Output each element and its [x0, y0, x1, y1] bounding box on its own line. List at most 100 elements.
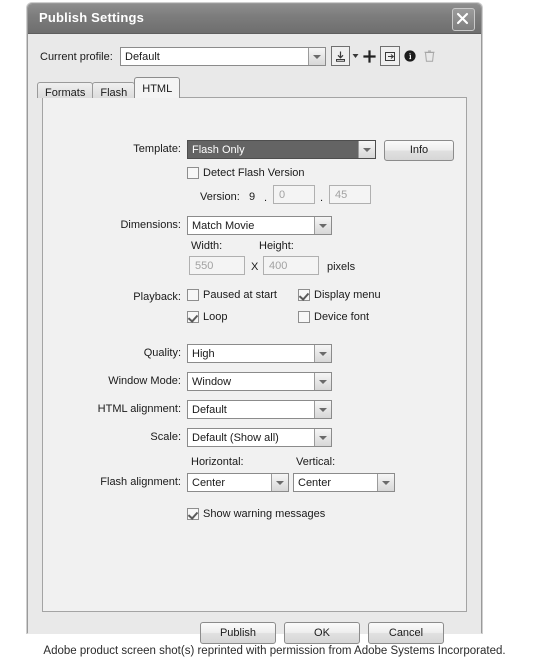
- times-symbol: X: [251, 261, 259, 273]
- chevron-down-icon[interactable]: [308, 48, 325, 65]
- chevron-down-icon[interactable]: [377, 474, 394, 491]
- playback-device-font-label: Device font: [314, 311, 370, 323]
- template-label: Template:: [133, 143, 181, 155]
- tab-flash[interactable]: Flash: [92, 82, 136, 99]
- close-glyph: [456, 12, 469, 25]
- dimensions-label: Dimensions:: [120, 219, 181, 231]
- ok-button[interactable]: OK: [284, 622, 360, 644]
- plus-glyph: [363, 49, 376, 63]
- publish-button[interactable]: Publish: [200, 622, 276, 644]
- trash-glyph: [424, 50, 435, 62]
- title-bar[interactable]: Publish Settings: [28, 4, 481, 34]
- version-build-field[interactable]: 45: [329, 185, 371, 204]
- checkbox-box: [298, 311, 310, 323]
- chevron-down-icon[interactable]: [314, 217, 331, 234]
- show-warning-messages-label: Show warning messages: [203, 508, 326, 520]
- playback-loop-label: Loop: [203, 311, 228, 323]
- width-field[interactable]: 550: [189, 256, 245, 275]
- tab-strip: Formats Flash HTML: [37, 77, 181, 99]
- profile-import-icon[interactable]: [331, 46, 351, 66]
- checkbox-box: [187, 508, 199, 520]
- info-glyph: [404, 50, 416, 62]
- playback-loop-checkbox[interactable]: Loop: [187, 311, 227, 323]
- playback-label: Playback:: [133, 291, 181, 303]
- profile-import-dropdown-icon[interactable]: [352, 47, 359, 65]
- duplicate-glyph: [384, 51, 395, 61]
- scale-select-value: Default (Show all): [192, 432, 279, 444]
- profile-add-icon[interactable]: [361, 47, 378, 65]
- tab-formats[interactable]: Formats: [37, 82, 94, 99]
- flash-alignment-horizontal-select[interactable]: Center: [187, 473, 289, 492]
- html-alignment-select[interactable]: Default: [187, 400, 332, 419]
- chevron-down-icon[interactable]: [314, 401, 331, 418]
- import-glyph: [336, 51, 346, 62]
- version-separator-1: .: [264, 192, 268, 204]
- version-label: Version:: [200, 191, 240, 203]
- window-mode-select[interactable]: Window: [187, 372, 332, 391]
- profile-delete-icon[interactable]: [421, 47, 438, 65]
- window-mode-label: Window Mode:: [108, 375, 181, 387]
- html-alignment-select-value: Default: [192, 404, 227, 416]
- profile-properties-icon[interactable]: [402, 47, 419, 65]
- flash-alignment-horizontal-label: Horizontal:: [191, 456, 244, 468]
- tiny-chevron-down-icon: [352, 54, 359, 58]
- chevron-down-icon[interactable]: [314, 345, 331, 362]
- height-label: Height:: [259, 240, 294, 252]
- height-value: 400: [269, 260, 288, 272]
- scale-label: Scale:: [150, 431, 181, 443]
- dimensions-select[interactable]: Match Movie: [187, 216, 332, 235]
- window-mode-select-value: Window: [192, 376, 232, 388]
- profile-duplicate-icon[interactable]: [380, 46, 400, 66]
- tab-html[interactable]: HTML: [134, 77, 181, 98]
- height-field[interactable]: 400: [263, 256, 319, 275]
- chevron-down-icon[interactable]: [314, 373, 331, 390]
- dialog-body: Current profile: Default Formats Flash H…: [28, 34, 481, 644]
- version-build-value: 45: [335, 189, 348, 201]
- quality-select-value: High: [192, 348, 215, 360]
- quality-select[interactable]: High: [187, 344, 332, 363]
- width-value: 550: [195, 260, 214, 272]
- version-major-value: 9: [249, 191, 256, 203]
- detect-flash-version-label: Detect Flash Version: [203, 167, 305, 179]
- version-minor-field[interactable]: 0: [273, 185, 315, 204]
- playback-device-font-checkbox[interactable]: Device font: [298, 311, 369, 323]
- quality-label: Quality:: [143, 347, 181, 359]
- profile-select-value: Default: [125, 51, 160, 63]
- cancel-button[interactable]: Cancel: [368, 622, 444, 644]
- figure-caption: Adobe product screen shot(s) reprinted w…: [43, 645, 506, 657]
- window-title: Publish Settings: [39, 10, 145, 25]
- profile-toolbar: [331, 45, 438, 67]
- flash-alignment-vertical-value: Center: [298, 477, 332, 489]
- chevron-down-icon[interactable]: [358, 141, 375, 158]
- profile-row: Current profile: Default: [28, 45, 481, 69]
- flash-alignment-label: Flash alignment:: [100, 476, 181, 488]
- detect-flash-version-checkbox[interactable]: Detect Flash Version: [187, 167, 305, 179]
- pixels-units-label: pixels: [327, 261, 356, 273]
- dimensions-select-value: Match Movie: [192, 220, 255, 232]
- checkbox-box: [187, 311, 199, 323]
- version-minor-value: 0: [279, 189, 286, 201]
- template-select-value: Flash Only: [192, 144, 245, 156]
- checkbox-box: [187, 167, 199, 179]
- scale-select[interactable]: Default (Show all): [187, 428, 332, 447]
- playback-display-menu-checkbox[interactable]: Display menu: [298, 289, 381, 301]
- playback-paused-at-start-label: Paused at start: [203, 289, 277, 301]
- version-separator-2: .: [320, 192, 324, 204]
- publish-settings-dialog: Publish Settings Current profile: Defaul…: [27, 3, 482, 644]
- flash-alignment-vertical-label: Vertical:: [296, 456, 336, 468]
- profile-select[interactable]: Default: [120, 47, 326, 66]
- profile-label: Current profile:: [40, 51, 113, 63]
- show-warning-messages-checkbox[interactable]: Show warning messages: [187, 508, 325, 520]
- template-select[interactable]: Flash Only: [187, 140, 376, 159]
- flash-alignment-horizontal-value: Center: [192, 477, 226, 489]
- chevron-down-icon[interactable]: [271, 474, 288, 491]
- close-icon[interactable]: [452, 8, 475, 31]
- width-label: Width:: [191, 240, 223, 252]
- checkbox-box: [187, 289, 199, 301]
- template-info-button[interactable]: Info: [384, 140, 454, 161]
- checkbox-box: [298, 289, 310, 301]
- chevron-down-icon[interactable]: [314, 429, 331, 446]
- playback-paused-at-start-checkbox[interactable]: Paused at start: [187, 289, 277, 301]
- html-settings-panel: Template: Flash Only Info Detect Flash V…: [42, 97, 467, 612]
- flash-alignment-vertical-select[interactable]: Center: [293, 473, 395, 492]
